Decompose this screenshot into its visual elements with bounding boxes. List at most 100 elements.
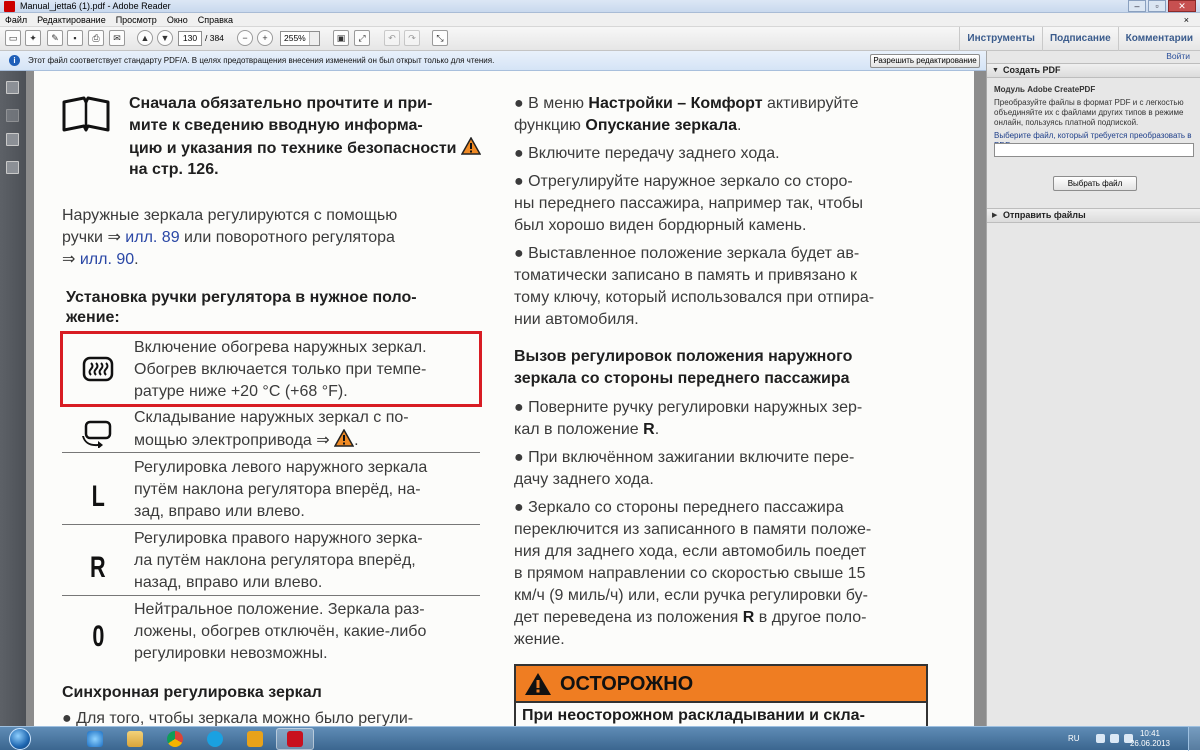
save-icon[interactable]: ▪: [67, 30, 83, 46]
switch-line-1: ● Зеркало со стороны переднего пассажира: [514, 499, 844, 516]
row-heating-line-2: Обогрев включается только при темпе-: [134, 361, 427, 378]
module-desc-3: онлайн, пользуясь платной подпиской.: [994, 118, 1139, 127]
pdf-page: Сначала обязательно прочтите и при- мите…: [34, 71, 974, 726]
sign-in-link[interactable]: Войти: [1166, 51, 1190, 62]
memory-line-2: томатически записано в память и привязан…: [514, 267, 857, 284]
switch-line-7: жение.: [514, 631, 565, 648]
comments-link[interactable]: Комментарии: [1117, 27, 1200, 51]
menu-file[interactable]: Файл: [0, 13, 32, 26]
system-tray: RU 10:41 26.06.2013: [1060, 727, 1200, 751]
paragraph-line-1: Наружные зеркала регулируются с помощью: [62, 207, 398, 224]
adobe-reader-task-icon[interactable]: [276, 728, 314, 750]
page-thumbnails-icon[interactable]: [6, 81, 19, 94]
email-icon[interactable]: ✉: [109, 30, 125, 46]
network-icon[interactable]: [1110, 734, 1119, 743]
menu-help[interactable]: Справка: [193, 13, 238, 26]
page-number-input[interactable]: 130: [178, 31, 202, 46]
sync-paragraph: ● Для того, чтобы зеркала можно было рег…: [62, 710, 414, 726]
taskbar: RU 10:41 26.06.2013: [0, 726, 1200, 751]
switch-line-4: в прямом направлении со скоростью свыше …: [514, 565, 866, 582]
windows-orb-icon: [9, 728, 31, 750]
maximize-button[interactable]: ▫: [1148, 0, 1166, 12]
row-0-line-1: Нейтральное положение. Зеркала раз-: [134, 601, 425, 618]
close-window-button[interactable]: ✕: [1168, 0, 1196, 12]
outlook-icon[interactable]: [236, 728, 274, 750]
info-bar: i Этот файл соответствует стандарту PDF/…: [0, 51, 986, 71]
row-r-line-2: ла путём наклона регулятора вперёд,: [134, 552, 416, 569]
bookmarks-icon[interactable]: [6, 161, 19, 174]
switch-line-3: ния для заднего хода, если автомобиль по…: [514, 543, 867, 560]
warning-triangle-icon: [460, 136, 482, 155]
tools-link[interactable]: Инструменты: [959, 27, 1042, 51]
position-r-symbol: R: [90, 551, 106, 584]
fit-page-icon[interactable]: ▣: [333, 30, 349, 46]
zoom-out-icon[interactable]: −: [237, 30, 253, 46]
illustration-89-link[interactable]: илл. 89: [125, 229, 179, 246]
internet-explorer-icon[interactable]: [76, 728, 114, 750]
module-desc-1: Преобразуйте файлы в формат PDF и с легк…: [994, 98, 1184, 107]
menu-view[interactable]: Просмотр: [111, 13, 162, 26]
read-mode-icon[interactable]: ⤡: [432, 30, 448, 46]
caution-title: ОСТОРОЖНО: [560, 673, 694, 695]
document-viewport[interactable]: Сначала обязательно прочтите и при- мите…: [26, 71, 986, 726]
turn-knob-line-2: кал в положение R.: [514, 421, 660, 438]
sign-link[interactable]: Подписание: [1041, 27, 1118, 51]
minimize-button[interactable]: –: [1128, 0, 1146, 12]
tray-expand-icon[interactable]: [1096, 734, 1105, 743]
recall-heading-line-1: Вызов регулировок положения наружного: [514, 348, 853, 365]
row-fold-line-1: Складывание наружных зеркал с по-: [134, 409, 409, 426]
menu-edit[interactable]: Редактирование: [32, 13, 111, 26]
intro-line-2: мите к сведению вводную информа-: [129, 117, 423, 134]
enable-editing-button[interactable]: Разрешить редактирование: [870, 54, 980, 68]
zoom-select[interactable]: 255%: [280, 31, 320, 46]
info-icon: i: [9, 55, 20, 66]
mirror-fold-icon: [74, 409, 122, 457]
module-desc-2: объединяйте их с файлами других типов в …: [994, 108, 1184, 117]
illustration-90-link[interactable]: илл. 90: [80, 251, 134, 268]
redo-icon[interactable]: ↷: [404, 30, 420, 46]
adjust-line-3: был хорошо виден бордюрный камень.: [514, 217, 807, 234]
print-icon[interactable]: ⎙: [88, 30, 104, 46]
create-pdf-icon[interactable]: ✦: [25, 30, 41, 46]
menu-bar: Файл Редактирование Просмотр Окно Справк…: [0, 13, 1200, 27]
ignition-line-1: ● При включённом зажигании включите пере…: [514, 449, 855, 466]
create-pdf-section[interactable]: ▼ Создать PDF: [987, 63, 1200, 78]
close-document-button[interactable]: ×: [1179, 13, 1194, 27]
info-message: Этот файл соответствует стандарту PDF/A.…: [28, 56, 495, 65]
memory-line-3: тому ключу, который использовался при от…: [514, 289, 875, 306]
choose-file-button[interactable]: Выбрать файл: [1053, 176, 1137, 191]
table-divider: [62, 524, 480, 525]
page-total: / 384: [205, 33, 224, 43]
section-heading-line-2: жение:: [66, 309, 120, 326]
fit-width-icon[interactable]: ⤢: [354, 30, 370, 46]
sync-heading: Синхронная регулировка зеркал: [62, 684, 322, 701]
table-divider: [62, 595, 480, 596]
toolbar: ▭ ✦ ✎ ▪ ⎙ ✉ ▲ ▼ 130 / 384 − + 255% ▣ ⤢ ↶…: [0, 27, 1200, 51]
window-title: Manual_jetta6 (1).pdf - Adobe Reader: [20, 1, 171, 11]
chrome-icon[interactable]: [156, 728, 194, 750]
row-0-line-2: ложены, обогрев отключён, какие-либо: [134, 623, 427, 640]
layers-icon[interactable]: [6, 133, 19, 146]
edit-icon[interactable]: ✎: [47, 30, 63, 46]
warning-triangle-icon: [333, 428, 355, 447]
send-files-section[interactable]: ▶ Отправить файлы: [987, 208, 1200, 223]
file-explorer-icon[interactable]: [116, 728, 154, 750]
attachments-icon[interactable]: [6, 109, 19, 122]
memory-line-1: ● Выставленное положение зеркала будет а…: [514, 245, 860, 262]
undo-icon[interactable]: ↶: [384, 30, 400, 46]
recall-heading-line-2: зеркала со стороны переднего пассажира: [514, 370, 850, 387]
adjust-line-2: ны переднего пассажира, например так, чт…: [514, 195, 863, 212]
menu-window[interactable]: Окно: [162, 13, 193, 26]
file-path-input[interactable]: [994, 143, 1194, 157]
clock[interactable]: 10:41 26.06.2013: [1130, 729, 1170, 749]
language-indicator[interactable]: RU: [1068, 727, 1080, 751]
paragraph-line-2: ручки ⇒ илл. 89 или поворотного регулято…: [62, 229, 395, 246]
previous-page-icon[interactable]: ▲: [137, 30, 153, 46]
open-icon[interactable]: ▭: [5, 30, 21, 46]
start-button[interactable]: [2, 727, 38, 751]
zoom-in-icon[interactable]: +: [257, 30, 273, 46]
ignition-line-2: дачу заднего хода.: [514, 471, 654, 488]
show-desktop-button[interactable]: [1188, 727, 1200, 751]
skype-icon[interactable]: [196, 728, 234, 750]
next-page-icon[interactable]: ▼: [157, 30, 173, 46]
